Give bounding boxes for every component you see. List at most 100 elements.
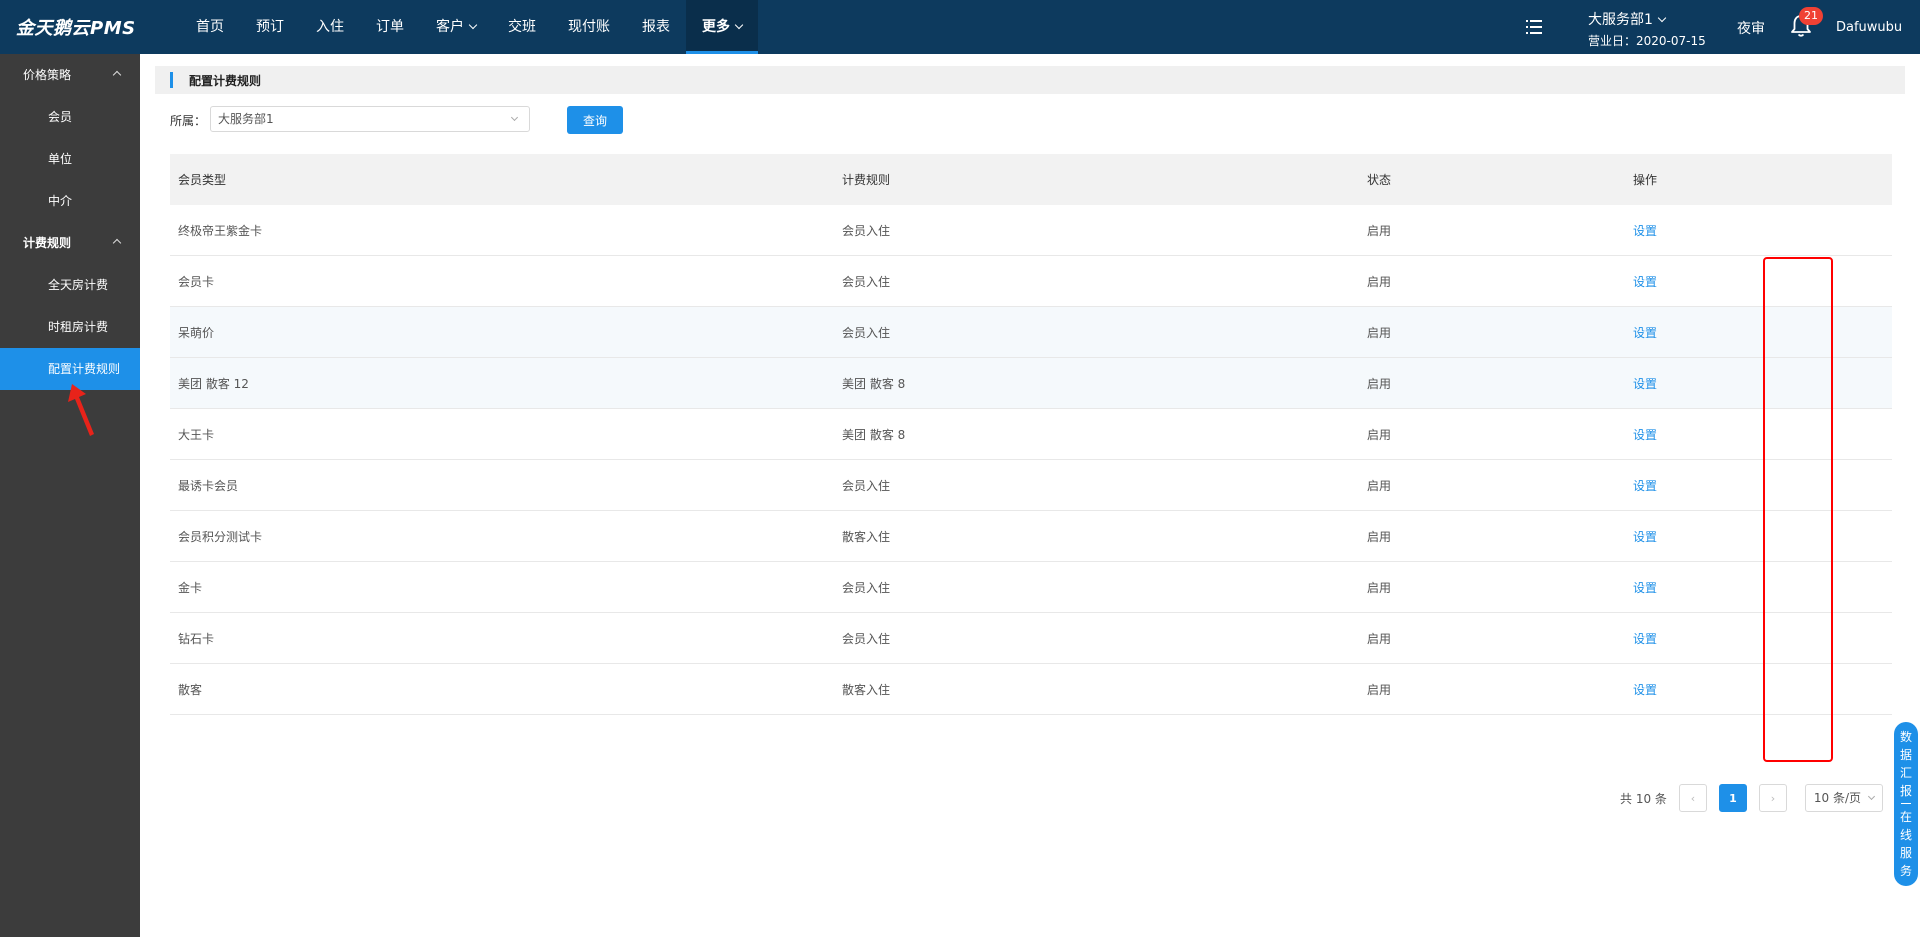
member-type-cell: 美团 散客 12 [178,376,249,391]
status-cell: 启用 [1367,478,1392,493]
department-switcher[interactable]: 大服务部1 营业日：2020-07-15 [1588,9,1706,49]
table-row: 大王卡 美团 散客 8 启用 设置 [170,409,1892,460]
arrow-annotation-icon [68,384,94,436]
settings-link[interactable]: 设置 [1633,632,1657,646]
prev-page-button[interactable]: ‹ [1678,784,1707,812]
billing-rule-cell: 会员入住 [842,631,891,646]
user-name[interactable]: Dafuwubu [1836,20,1902,35]
nav-checkin[interactable]: 入住 [300,0,360,54]
title-accent-bar [170,72,173,88]
sidebar-item-hourly-billing[interactable]: 时租房计费 [0,306,140,348]
page-size-select[interactable]: 10 条/页 [1804,784,1883,812]
page-size-value: 10 条/页 [1813,791,1862,805]
chevron-down-icon [1867,792,1875,801]
pagination: 共 10 条 ‹ 1 › 10 条/页 [1620,784,1883,812]
sidebar: 价格策略 会员 单位 中介 计费规则 全天房计费 时租房计费 配置计费规则 [0,54,140,937]
member-type-cell: 散客 [178,682,203,697]
table-row: 金卡 会员入住 启用 设置 [170,562,1892,613]
billing-rule-cell: 会员入住 [842,223,891,238]
chevron-down-icon [468,20,478,30]
status-cell: 启用 [1367,274,1392,289]
page-button-current[interactable]: 1 [1718,784,1747,812]
member-type-cell: 钻石卡 [178,631,215,646]
main-content: 配置计费规则 所属： 大服务部1 查询 会员类型 计费规则 状态 操作 终极帝王… [140,54,1920,937]
filter-label: 所属： [170,114,207,128]
column-header-status: 状态 [1367,173,1392,187]
status-cell: 启用 [1367,427,1392,442]
widget-char: 务 [1899,864,1912,878]
table-header: 会员类型 计费规则 状态 操作 [170,154,1892,205]
billing-rule-cell: 会员入住 [842,325,891,340]
night-audit-button[interactable]: 夜审 [1737,18,1765,38]
table-row: 会员卡 会员入住 启用 设置 [170,256,1892,307]
sidebar-item-member[interactable]: 会员 [0,96,140,138]
status-cell: 启用 [1367,631,1392,646]
business-date: 营业日：2020-07-15 [1588,34,1706,48]
sidebar-group-billing-rules[interactable]: 计费规则 [0,222,140,264]
nav-more-label: 更多 [702,19,730,35]
status-cell: 启用 [1367,223,1392,238]
department-select-value: 大服务部1 [218,112,274,126]
column-header-billing-rule: 计费规则 [842,173,891,187]
nav-reservation-label: 预订 [256,19,284,35]
sidebar-group-label: 价格策略 [23,68,72,82]
nav-customers-label: 客户 [436,19,464,35]
billing-rule-cell: 会员入住 [842,478,891,493]
table-row: 呆萌价 会员入住 启用 设置 [170,307,1892,358]
member-type-cell: 大王卡 [178,427,215,442]
settings-link[interactable]: 设置 [1633,224,1657,238]
billing-rule-cell: 散客入住 [842,529,891,544]
settings-link[interactable]: 设置 [1633,683,1657,697]
nav-reports[interactable]: 报表 [626,0,686,54]
nav-cash-account[interactable]: 现付账 [552,0,626,54]
chevron-down-icon [734,20,744,30]
total-count: 共 10 条 [1620,791,1667,806]
column-header-member-type: 会员类型 [178,173,227,187]
sidebar-item-agency[interactable]: 中介 [0,180,140,222]
member-type-cell: 金卡 [178,580,203,595]
nav-reports-label: 报表 [642,19,670,35]
settings-link[interactable]: 设置 [1633,479,1657,493]
column-header-action: 操作 [1633,173,1658,187]
chevron-up-icon [112,70,122,80]
settings-link[interactable]: 设置 [1633,377,1657,391]
nav-shift-label: 交班 [508,19,536,35]
sidebar-item-fullday-billing[interactable]: 全天房计费 [0,264,140,306]
table-row: 终极帝王紫金卡 会员入住 启用 设置 [170,205,1892,256]
sidebar-item-unit[interactable]: 单位 [0,138,140,180]
member-type-cell: 呆萌价 [178,325,215,340]
table-row: 会员积分测试卡 散客入住 启用 设置 [170,511,1892,562]
settings-link[interactable]: 设置 [1633,428,1657,442]
nav-reservation[interactable]: 预订 [240,0,300,54]
chevron-down-icon [510,113,519,122]
floating-service-widget[interactable]: 数 据 汇 报 在 线 服 务 [1894,722,1918,886]
nav-shift[interactable]: 交班 [492,0,552,54]
sidebar-group-label: 计费规则 [23,236,72,250]
member-type-cell: 终极帝王紫金卡 [178,223,263,238]
settings-link[interactable]: 设置 [1633,326,1657,340]
settings-link[interactable]: 设置 [1633,275,1657,289]
nav-home[interactable]: 首页 [180,0,240,54]
nav-more[interactable]: 更多 [686,0,758,54]
widget-char: 汇 [1899,766,1912,780]
table-row: 美团 散客 12 美团 散客 8 启用 设置 [170,358,1892,409]
nav-customers[interactable]: 客户 [420,0,492,54]
list-icon[interactable] [1526,20,1542,34]
sidebar-group-price-strategy[interactable]: 价格策略 [0,54,140,96]
member-type-cell: 最诱卡会员 [178,478,239,493]
next-page-button[interactable]: › [1758,784,1787,812]
widget-char: 服 [1899,846,1912,860]
widget-char: 据 [1899,748,1912,762]
billing-rule-cell: 美团 散客 8 [842,427,906,442]
nav-orders[interactable]: 订单 [360,0,420,54]
settings-link[interactable]: 设置 [1633,581,1657,595]
department-select[interactable]: 大服务部1 [210,106,530,132]
top-navbar: 金天鹅云PMS 首页 预订 入住 订单 客户 交班 现付账 报表 更多 大服务部… [0,0,1920,54]
table-row: 最诱卡会员 会员入住 启用 设置 [170,460,1892,511]
query-button[interactable]: 查询 [567,106,623,134]
settings-link[interactable]: 设置 [1633,530,1657,544]
billing-rules-table: 会员类型 计费规则 状态 操作 终极帝王紫金卡 会员入住 启用 设置 会员卡 会… [170,154,1892,715]
table-row: 钻石卡 会员入住 启用 设置 [170,613,1892,664]
department-name: 大服务部1 [1588,12,1653,28]
nav-orders-label: 订单 [376,19,404,35]
